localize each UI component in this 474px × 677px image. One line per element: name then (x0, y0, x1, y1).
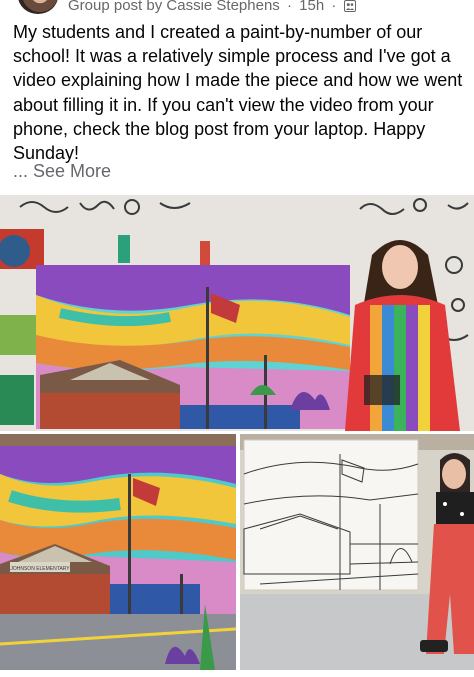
post-photo-bottom-left[interactable]: JOHNSON ELEMENTARY (0, 434, 236, 670)
author-name[interactable]: Cassie Stephens (166, 0, 279, 14)
see-more-link[interactable]: ... See More (13, 161, 111, 182)
photo-bottom-left-image: JOHNSON ELEMENTARY (0, 434, 236, 670)
school-sign-text: JOHNSON ELEMENTARY (10, 566, 70, 572)
post-body-text: My students and I created a paint-by-num… (13, 22, 463, 164)
post-photo-bottom-right[interactable] (240, 434, 474, 670)
post-meta: Group post by Cassie Stephens · 15h · (68, 0, 356, 14)
photo-main-image (0, 195, 474, 431)
painting (36, 265, 350, 429)
meta-separator-2: · (331, 0, 337, 14)
post-timestamp[interactable]: 15h (299, 0, 324, 14)
group-icon (343, 0, 356, 12)
meta-prefix: Group post by (68, 0, 163, 14)
meta-separator: · (286, 0, 292, 14)
post-photo-main[interactable] (0, 195, 474, 431)
author-avatar[interactable] (18, 0, 58, 14)
post-header: Group post by Cassie Stephens · 15h · (0, 0, 474, 18)
photo-bottom-right-image (240, 434, 474, 670)
outline-canvas (243, 439, 419, 591)
